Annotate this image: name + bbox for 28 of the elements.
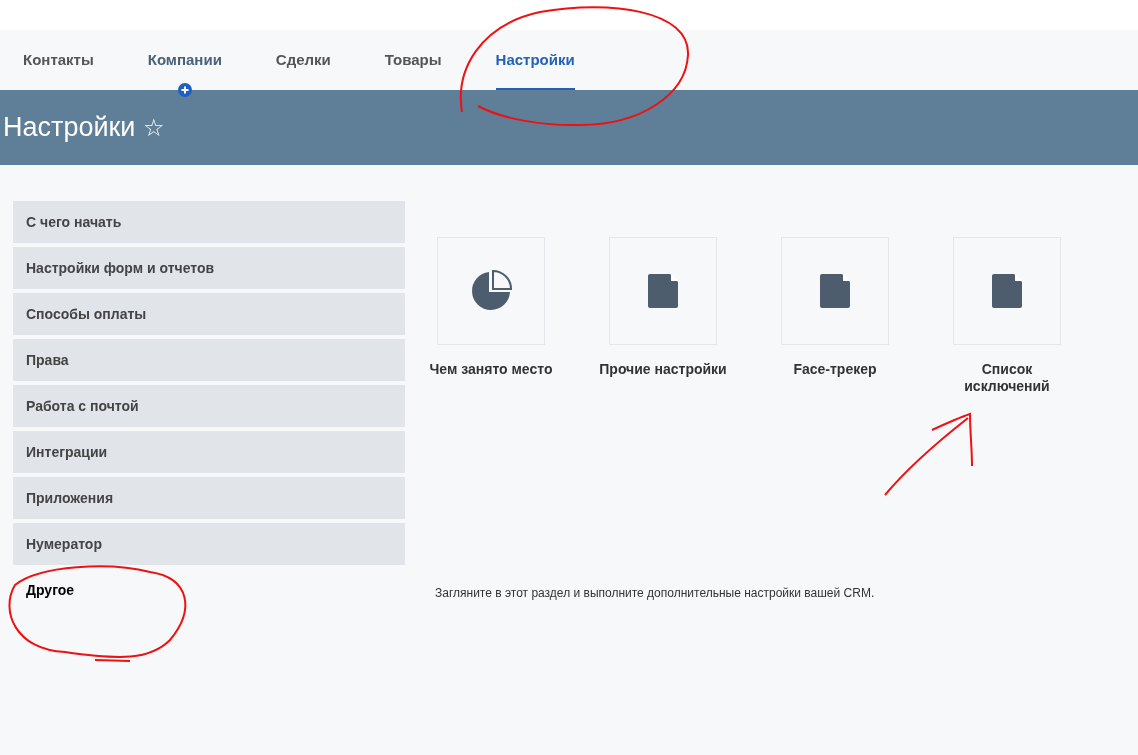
sidebar-item[interactable]: Нумератор <box>13 523 405 565</box>
tile-button[interactable] <box>609 237 717 345</box>
tile-button[interactable] <box>437 237 545 345</box>
sidebar-item[interactable]: Способы оплаты <box>13 293 405 335</box>
page-title: Настройки <box>3 111 136 145</box>
sidebar-item[interactable]: Другое <box>13 569 405 611</box>
sidebar-item[interactable]: Интеграции <box>13 431 405 473</box>
tile-label[interactable]: Прочие настройки <box>597 361 729 378</box>
nav-tab[interactable]: Компании <box>147 30 222 90</box>
tile-label[interactable]: Face-трекер <box>769 361 901 378</box>
sidebar-item[interactable]: С чего начать <box>13 201 405 243</box>
star-icon[interactable]: ☆ <box>143 109 166 146</box>
tile-label[interactable]: Чем занято место <box>425 361 557 378</box>
nav-tab[interactable]: Контакты <box>23 30 94 90</box>
sidebar-item[interactable]: Права <box>13 339 405 381</box>
file-icon <box>648 274 678 308</box>
nav-tab[interactable]: Сделки <box>275 30 331 90</box>
file-icon <box>820 274 850 308</box>
pie-chart-icon <box>470 270 512 312</box>
file-icon <box>992 274 1022 308</box>
tile-button[interactable] <box>953 237 1061 345</box>
sidebar-item[interactable]: Настройки форм и отчетов <box>13 247 405 289</box>
sidebar-item[interactable]: Приложения <box>13 477 405 519</box>
sidebar-item[interactable]: Работа с почтой <box>13 385 405 427</box>
nav-tab[interactable]: Товары <box>384 30 442 90</box>
section-description: Загляните в этот раздел и выполните дополнительные настройки вашей CRM. <box>435 585 876 602</box>
tile-label[interactable]: Список исключений <box>941 361 1073 395</box>
tile-button[interactable] <box>781 237 889 345</box>
